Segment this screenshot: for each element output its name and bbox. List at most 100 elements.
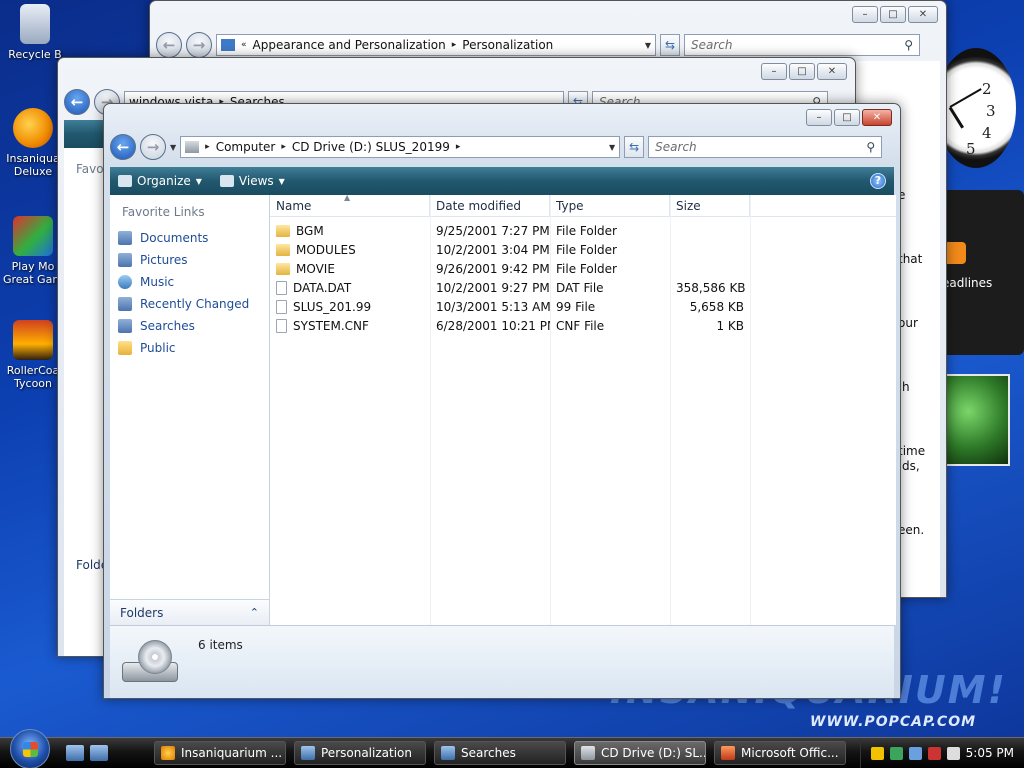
help-icon[interactable]: ? [870, 173, 886, 189]
file-date: 9/26/2001 9:42 PM [436, 261, 550, 276]
slideshow-gadget[interactable] [940, 374, 1010, 466]
minimize-button[interactable]: – [852, 6, 878, 23]
close-button[interactable]: ✕ [817, 63, 847, 80]
file-icon [276, 318, 287, 333]
refresh-button[interactable]: ⇆ [660, 34, 680, 56]
breadcrumb-item[interactable]: CD Drive (D:) SLUS_20199 [292, 140, 450, 154]
back-button[interactable]: ← [156, 32, 182, 58]
column-header-label: Date modified [436, 199, 522, 213]
favorite-link-public[interactable]: Public [118, 337, 269, 359]
searches-icon [441, 746, 455, 760]
favorite-link-searches[interactable]: Searches [118, 315, 269, 337]
views-button[interactable]: Views ▼ [219, 174, 285, 188]
cd-drive-icon [122, 640, 180, 684]
recent-pages-dropdown[interactable]: ▼ [170, 143, 176, 152]
search-input[interactable]: Search ⚲ [648, 136, 883, 158]
breadcrumb-item[interactable]: Appearance and Personalization [253, 38, 446, 52]
column-header-label: Name [276, 199, 312, 213]
file-row[interactable]: MOVIE 9/26/2001 9:42 PM File Folder [270, 259, 896, 278]
search-icon[interactable]: ⚲ [904, 38, 913, 52]
explorer-window[interactable]: – □ ✕ ← → ▼ ▸ Computer ▸ CD Drive (D:) S… [103, 103, 901, 699]
close-button[interactable]: ✕ [862, 109, 892, 126]
search-input[interactable]: Search ⚲ [684, 34, 920, 56]
organize-button[interactable]: Organize ▼ [118, 174, 202, 188]
recycle-bin-icon [20, 4, 50, 44]
refresh-button[interactable]: ⇆ [624, 136, 645, 158]
file-row[interactable]: SYSTEM.CNF 6/28/2001 10:21 PM CNF File 1… [270, 316, 896, 335]
file-row[interactable]: SLUS_201.99 10/3/2001 5:13 AM 99 File 5,… [270, 297, 896, 316]
fish-icon [13, 108, 53, 148]
switch-windows-icon[interactable] [90, 745, 108, 761]
taskbar-button-label: Searches [461, 746, 516, 760]
column-header-name[interactable]: Name ▲ [270, 193, 430, 216]
file-icon [276, 299, 287, 314]
chevron-up-icon[interactable]: ⌃ [250, 606, 259, 619]
file-type: File Folder [556, 242, 617, 257]
show-desktop-icon[interactable] [66, 745, 84, 761]
close-button[interactable]: ✕ [908, 6, 938, 23]
favorite-link-recently-changed[interactable]: Recently Changed [118, 293, 269, 315]
column-header-type[interactable]: Type [550, 195, 670, 216]
clock-hour-hand [948, 106, 964, 129]
back-button[interactable]: ← [64, 89, 90, 115]
column-header-label: Size [676, 199, 701, 213]
forward-button[interactable]: → [140, 134, 166, 160]
favorite-link-documents[interactable]: Documents [118, 227, 269, 249]
file-name: SYSTEM.CNF [293, 318, 369, 333]
breadcrumb-item[interactable]: Personalization [462, 38, 553, 52]
taskbar-clock[interactable]: 5:05 PM [966, 746, 1014, 760]
address-bar[interactable]: « Appearance and Personalization ▸ Perso… [216, 34, 656, 56]
security-alert-icon[interactable] [870, 746, 884, 760]
file-name: DATA.DAT [293, 280, 352, 295]
favorite-links-header: Favorite Links [122, 205, 205, 219]
back-button[interactable]: ← [110, 134, 136, 160]
desktop-icon-recycle-bin[interactable]: Recycle B [2, 4, 68, 61]
searches-icon [118, 319, 132, 333]
views-label: Views [238, 174, 274, 188]
clock-gadget[interactable]: 2 3 4 5 [936, 48, 1016, 168]
file-date: 9/25/2001 7:27 PM [436, 223, 550, 238]
sidebar-icon[interactable] [908, 746, 922, 760]
start-button[interactable] [10, 729, 50, 768]
taskbar-button-cd-drive[interactable]: CD Drive (D:) SL... [574, 741, 706, 765]
maximize-button[interactable]: □ [880, 6, 906, 23]
breadcrumb-item[interactable]: Computer [216, 140, 276, 154]
file-row[interactable]: BGM 9/25/2001 7:27 PM File Folder [270, 221, 896, 240]
chevron-down-icon[interactable]: ▼ [609, 143, 615, 152]
favorite-link-label: Pictures [140, 253, 188, 267]
folders-bar[interactable]: Folders ⌃ [110, 599, 269, 625]
network-icon[interactable] [927, 746, 941, 760]
minimize-button[interactable]: – [761, 63, 787, 80]
taskbar-button-microsoft-office[interactable]: Microsoft Offic... [714, 741, 846, 765]
file-row[interactable]: MODULES 10/2/2001 3:04 PM File Folder [270, 240, 896, 259]
content-fragment: that [898, 252, 923, 266]
column-header-date[interactable]: Date modified [430, 195, 550, 216]
column-header-size[interactable]: Size [670, 195, 750, 216]
favorite-link-music[interactable]: Music [118, 271, 269, 293]
file-size: 5,658 KB [689, 299, 744, 314]
favorite-link-pictures[interactable]: Pictures [118, 249, 269, 271]
taskbar-button-searches[interactable]: Searches [434, 741, 566, 765]
content-fragment: time [898, 444, 926, 458]
file-icon [276, 280, 287, 295]
clock-numeral: 4 [982, 124, 992, 142]
chevron-down-icon[interactable]: ▼ [645, 41, 651, 50]
update-icon[interactable] [889, 746, 903, 760]
taskbar: Insaniquarium ... Personalization Search… [0, 729, 1024, 768]
search-icon[interactable]: ⚲ [866, 140, 875, 154]
forward-button[interactable]: → [186, 32, 212, 58]
file-size: 358,586 KB [676, 280, 746, 295]
column-header-label: Type [556, 199, 584, 213]
maximize-button[interactable]: □ [834, 109, 860, 126]
address-bar[interactable]: ▸ Computer ▸ CD Drive (D:) SLUS_20199 ▸ … [180, 136, 621, 158]
window-controls: – □ ✕ [761, 63, 847, 80]
folder-icon [276, 243, 290, 256]
control-panel-icon [301, 746, 315, 760]
file-row[interactable]: DATA.DAT 10/2/2001 9:27 PM DAT File 358,… [270, 278, 896, 297]
taskbar-button-insaniquarium[interactable]: Insaniquarium ... [154, 741, 286, 765]
taskbar-button-personalization[interactable]: Personalization [294, 741, 426, 765]
minimize-button[interactable]: – [806, 109, 832, 126]
volume-icon[interactable] [946, 746, 960, 760]
maximize-button[interactable]: □ [789, 63, 815, 80]
details-pane: 6 items [110, 625, 894, 698]
